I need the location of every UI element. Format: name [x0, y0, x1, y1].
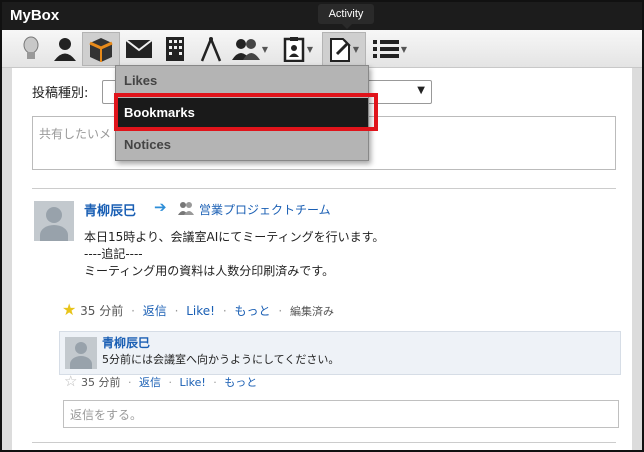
more-link[interactable]: もっと [224, 376, 257, 389]
post-body-line: ミーティング用の資料は人数分印刷済みです。 [84, 264, 335, 278]
post-body-line: ----追記---- [84, 247, 143, 261]
chevron-down-icon: ▼ [261, 44, 269, 54]
lightbulb-button[interactable] [14, 32, 48, 66]
building-button[interactable] [158, 32, 192, 66]
like-link[interactable]: Like! [179, 376, 205, 389]
like-link[interactable]: Like! [186, 304, 215, 318]
post-author[interactable]: 青柳辰巳 [84, 200, 136, 219]
menu-item-notices[interactable]: Notices [116, 130, 368, 160]
reply-meta: ☆ 35 分前 · 返信 · Like! · もっと [64, 372, 258, 390]
group-small-icon [178, 201, 194, 219]
chevron-down-icon: ▼ [306, 44, 314, 54]
avatar[interactable] [34, 201, 74, 241]
activity-tooltip: Activity [318, 4, 374, 29]
reply-time: 35 分前 [80, 376, 121, 389]
post-body: 本日15時より、会議室AIにてミーティングを行います。 ----追記---- ミ… [84, 229, 384, 280]
clipboard-button[interactable]: ▼ [276, 32, 320, 66]
chevron-down-icon: ▼ [400, 44, 408, 54]
dropdown-arrow-icon: ▼ [417, 85, 425, 96]
reply-link[interactable]: 返信 [139, 376, 161, 389]
reply-author[interactable]: 青柳辰巳 [102, 334, 150, 351]
box-icon [89, 38, 113, 62]
star-icon[interactable]: ★ [62, 300, 76, 319]
box-button[interactable] [82, 32, 120, 66]
star-outline-icon[interactable]: ☆ [64, 372, 77, 390]
building-icon [166, 37, 184, 61]
more-link[interactable]: もっと [234, 304, 270, 318]
group-button[interactable]: ▼ [230, 32, 270, 66]
avatar[interactable] [65, 337, 97, 369]
mail-button[interactable] [122, 32, 156, 66]
edited-label: 編集済み [289, 305, 334, 318]
highlight-box [114, 93, 378, 131]
compass-button[interactable] [194, 32, 228, 66]
arrow-right-icon: ➔ [154, 198, 167, 216]
toolbar: ▼ ▼ ▼ ▼ [2, 30, 642, 68]
user-button[interactable] [48, 32, 82, 66]
post-group-link[interactable]: 営業プロジェクトチーム [199, 201, 331, 218]
app-title: MyBox [10, 7, 60, 24]
activity-button[interactable]: ▼ [322, 32, 366, 66]
post-meta: ★ 35 分前 · 返信 · Like! · もっと · 編集済み [62, 300, 334, 319]
mail-icon [125, 39, 153, 58]
post-body-line: 本日15時より、会議室AIにてミーティングを行います。 [84, 230, 385, 244]
app-window: MyBox Activity ▼ ▼ ▼ ▼ 投稿種別: ▼ 共有したいメ 青柳… [0, 0, 644, 452]
reply-input[interactable]: 返信をする。 [63, 400, 619, 428]
clipboard-icon [283, 37, 305, 62]
lightbulb-icon [23, 36, 39, 59]
compass-icon [200, 37, 222, 62]
group-icon [231, 39, 260, 60]
share-placeholder: 共有したいメ [39, 127, 112, 141]
divider [32, 188, 616, 189]
post-type-label: 投稿種別: [32, 86, 89, 101]
post-time: 35 分前 [80, 304, 124, 318]
reply-input-placeholder: 返信をする。 [70, 408, 143, 422]
chevron-down-icon: ▼ [352, 44, 360, 54]
user-icon [54, 38, 76, 61]
reply-item: 青柳辰巳 5分前には会議室へ向かうようにしてください。 [59, 331, 621, 375]
divider [32, 442, 616, 443]
list-icon [372, 40, 399, 58]
menu-item-likes[interactable]: Likes [116, 66, 368, 96]
reply-body: 5分前には会議室へ向かうようにしてください。 [102, 353, 340, 366]
reply-link[interactable]: 返信 [143, 304, 167, 318]
activity-icon [329, 38, 351, 62]
list-button[interactable]: ▼ [368, 32, 412, 66]
